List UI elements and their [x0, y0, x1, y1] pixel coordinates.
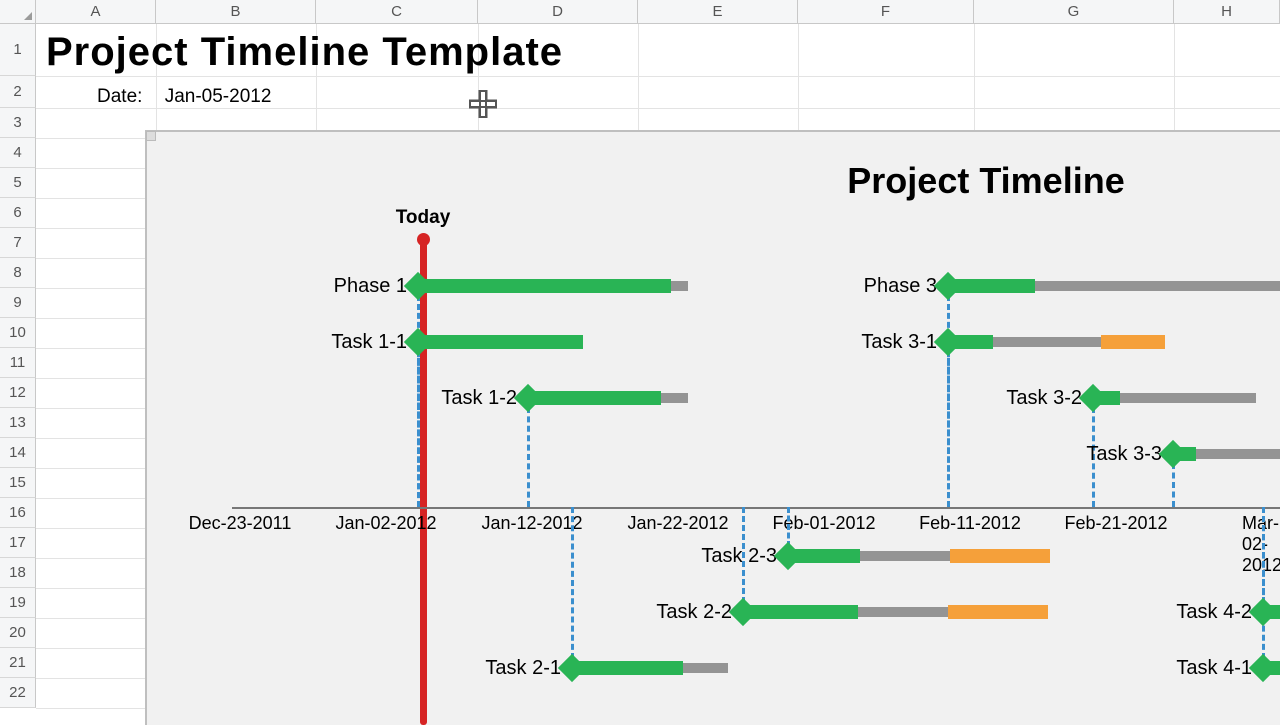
row-20[interactable]: 20: [0, 618, 36, 648]
x-tick: Feb-21-2012: [1064, 513, 1167, 534]
diamond-icon: [774, 542, 802, 570]
drop-line: [527, 407, 530, 507]
row-12[interactable]: 12: [0, 378, 36, 408]
cell-cursor-icon: [469, 90, 497, 118]
col-H[interactable]: H: [1174, 0, 1280, 23]
drop-line: [417, 351, 420, 507]
drop-line: [1262, 507, 1265, 659]
x-tick: Feb-11-2012: [919, 513, 1021, 534]
row-9[interactable]: 9: [0, 288, 36, 318]
drop-line: [947, 351, 950, 507]
row-3[interactable]: 3: [0, 108, 36, 138]
row-16[interactable]: 16: [0, 498, 36, 528]
col-D[interactable]: D: [478, 0, 638, 23]
row-22[interactable]: 22: [0, 678, 36, 708]
col-F[interactable]: F: [798, 0, 974, 23]
row-4[interactable]: 4: [0, 138, 36, 168]
task-label: Task 3-3: [1086, 445, 1162, 463]
col-G[interactable]: G: [974, 0, 1174, 23]
diamond-icon: [404, 328, 432, 356]
task-label: Task 3-1: [861, 333, 937, 351]
task-label: Task 2-2: [656, 603, 732, 621]
today-label: Today: [396, 207, 451, 229]
task-label: Task 2-1: [485, 659, 561, 677]
row-7[interactable]: 7: [0, 228, 36, 258]
task-label: Phase 3: [864, 277, 937, 295]
diamond-icon: [558, 654, 586, 682]
chart-title: Project Timeline: [147, 160, 1280, 202]
task-label: Phase 1: [334, 277, 407, 295]
row-6[interactable]: 6: [0, 198, 36, 228]
row-headers: 12345678910111213141516171819202122: [0, 24, 36, 708]
col-C[interactable]: C: [316, 0, 478, 23]
drop-line: [742, 507, 745, 603]
col-B[interactable]: B: [156, 0, 316, 23]
row-21[interactable]: 21: [0, 648, 36, 678]
drop-line: [1172, 463, 1175, 507]
row-18[interactable]: 18: [0, 558, 36, 588]
row-10[interactable]: 10: [0, 318, 36, 348]
row-11[interactable]: 11: [0, 348, 36, 378]
row-19[interactable]: 19: [0, 588, 36, 618]
diamond-icon: [514, 384, 542, 412]
chart-plot-area[interactable]: Today Dec-23-2011Jan-02-2012Jan-12-2012J…: [222, 207, 1280, 725]
diamond-icon: [934, 272, 962, 300]
row-2[interactable]: 2: [0, 76, 36, 108]
x-axis: [232, 507, 1280, 509]
x-tick: Jan-02-2012: [335, 513, 436, 534]
date-value[interactable]: Jan-05-2012: [165, 86, 272, 107]
col-A[interactable]: A: [36, 0, 156, 23]
task-label: Task 1-2: [441, 389, 517, 407]
row-17[interactable]: 17: [0, 528, 36, 558]
row-14[interactable]: 14: [0, 438, 36, 468]
diamond-icon: [729, 598, 757, 626]
x-tick: Dec-23-2011: [189, 513, 292, 534]
drop-line: [571, 507, 574, 659]
diamond-icon: [1159, 440, 1187, 468]
x-tick: Jan-22-2012: [627, 513, 728, 534]
task-label: Task 1-1: [331, 333, 407, 351]
diamond-icon: [1249, 598, 1277, 626]
task-label: Task 2-3: [701, 547, 777, 565]
task-label: Task 4-2: [1176, 603, 1252, 621]
x-tick: Mar-02-2012: [1242, 513, 1280, 576]
col-E[interactable]: E: [638, 0, 798, 23]
diamond-icon: [1079, 384, 1107, 412]
chart-object[interactable]: Project Timeline Today Dec-23-2011 Jan-02…: [145, 130, 1280, 725]
x-tick: Jan-12-2012: [481, 513, 582, 534]
task-label: Task 4-1: [1176, 659, 1252, 677]
row-13[interactable]: 13: [0, 408, 36, 438]
chart-resize-handle[interactable]: [146, 131, 156, 141]
date-label: Date:: [97, 86, 142, 107]
column-headers: A B C D E F G H: [0, 0, 1280, 24]
task-label: Task 3-2: [1006, 389, 1082, 407]
select-all-corner[interactable]: [0, 0, 36, 23]
row-1[interactable]: 1: [0, 24, 36, 76]
row-8[interactable]: 8: [0, 258, 36, 288]
today-line: [420, 235, 427, 725]
row-5[interactable]: 5: [0, 168, 36, 198]
row-15[interactable]: 15: [0, 468, 36, 498]
diamond-icon: [404, 272, 432, 300]
diamond-icon: [1249, 654, 1277, 682]
page-title: Project Timeline Template: [46, 30, 563, 75]
diamond-icon: [934, 328, 962, 356]
